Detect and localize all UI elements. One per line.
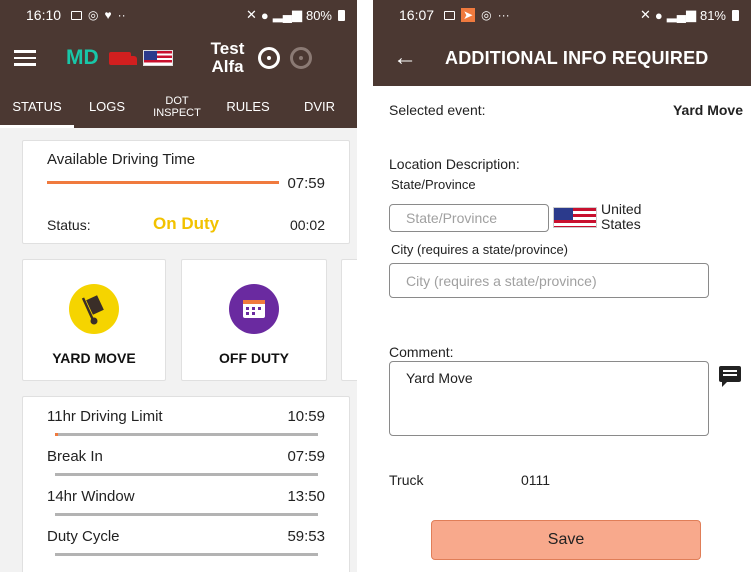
comment-label: Comment: <box>389 344 454 360</box>
save-button[interactable]: Save <box>431 520 701 560</box>
carrier-code: MD <box>66 46 99 69</box>
limit-value: 07:59 <box>287 448 325 465</box>
selected-event-value: Yard Move <box>672 102 743 118</box>
limit-bar <box>55 433 318 436</box>
battery-percent: 81% <box>699 7 726 23</box>
status-time: 16:07 <box>399 7 435 23</box>
limit-row-driving: 11hr Driving Limit 10:59 <box>47 408 325 425</box>
back-arrow-icon[interactable]: ← <box>393 46 417 70</box>
limit-value: 10:59 <box>287 408 325 425</box>
battery-percent: 80% <box>305 7 332 23</box>
city-input[interactable]: City (requires a state/province) <box>389 263 709 298</box>
more-notifications-icon: ·· <box>117 8 126 22</box>
notification-icons: ◎ ♥ ·· <box>71 8 126 22</box>
limit-row-window: 14hr Window 13:50 <box>47 488 325 505</box>
app-bar: MD Test Alfa <box>0 30 357 86</box>
system-icons: ✕ ● ▂▄▆ 80% <box>246 7 345 23</box>
us-flag-icon <box>142 50 173 66</box>
state-label: State/Province <box>391 177 476 192</box>
us-flag-icon[interactable] <box>553 207 597 228</box>
status-bar: 16:07 ➤ ◎ ··· ✕ ● ▂▄▆ 81% <box>373 0 751 30</box>
tab-logs[interactable]: LOGS <box>74 86 140 128</box>
tab-dvir[interactable]: DVIR <box>282 86 357 128</box>
city-label: City (requires a state/province) <box>391 242 569 257</box>
calendar-icon <box>229 284 279 334</box>
driver-name-line1: Test <box>210 39 245 58</box>
more-notifications-icon: ··· <box>497 8 510 22</box>
limit-label: 11hr Driving Limit <box>47 408 163 425</box>
status-duration: 00:02 <box>289 217 325 233</box>
selected-event-label: Selected event: <box>389 102 486 118</box>
limit-bar <box>55 513 318 516</box>
yard-move-tile[interactable]: YARD MOVE <box>22 259 166 381</box>
tab-dot-inspect[interactable]: DOT INSPECT <box>140 86 214 128</box>
left-screen: 16:10 ◎ ♥ ·· ✕ ● ▂▄▆ 80% MD Test Alfa ST… <box>0 0 357 572</box>
app-bar: ← ADDITIONAL INFO REQUIRED <box>373 30 751 86</box>
driving-time-bar <box>47 181 279 184</box>
available-driving-time-value: 07:59 <box>287 175 325 192</box>
navigation-notification-icon: ➤ <box>461 8 476 22</box>
message-icon[interactable] <box>719 366 741 387</box>
battery-icon <box>732 9 739 21</box>
tab-rules[interactable]: RULES <box>214 86 282 128</box>
limit-value: 59:53 <box>287 528 325 545</box>
chat-notification-icon: ◎ <box>481 8 492 22</box>
limit-row-cycle: Duty Cycle 59:53 <box>47 528 325 545</box>
heart-notification-icon: ♥ <box>104 8 112 22</box>
status-label: Status: <box>47 217 91 233</box>
right-screen: 16:07 ➤ ◎ ··· ✕ ● ▂▄▆ 81% ← ADDITIONAL I… <box>373 0 751 572</box>
location-icon: ● <box>260 7 269 23</box>
status-bar: 16:10 ◎ ♥ ·· ✕ ● ▂▄▆ 80% <box>0 0 357 30</box>
signal-icon: ▂▄▆ <box>272 7 302 22</box>
comment-textarea[interactable]: Yard Move <box>389 361 709 436</box>
chat-notification-icon: ◎ <box>88 8 99 22</box>
country-label[interactable]: United States <box>601 202 641 232</box>
driver-name-line2: Alfa <box>211 57 244 76</box>
off-duty-label: OFF DUTY <box>219 350 289 366</box>
limit-label: 14hr Window <box>47 488 135 505</box>
limit-bar-fill <box>55 433 59 436</box>
truck-icon <box>108 51 137 65</box>
driver-name[interactable]: Test Alfa <box>211 40 245 76</box>
image-notification-icon <box>444 10 456 20</box>
signal-icon: ▂▄▆ <box>666 7 696 22</box>
truck-label: Truck <box>389 472 424 488</box>
hand-truck-icon <box>69 284 119 334</box>
page-title: ADDITIONAL INFO REQUIRED <box>445 47 709 68</box>
co-driver-wheel-icon[interactable] <box>290 47 313 69</box>
battery-icon <box>338 9 345 21</box>
steering-wheel-icon[interactable] <box>258 47 281 69</box>
status-value: On Duty <box>153 214 220 233</box>
mute-icon: ✕ <box>245 7 257 22</box>
image-notification-icon <box>71 10 83 20</box>
limits-card: 11hr Driving Limit 10:59 Break In 07:59 … <box>22 396 350 572</box>
status-time: 16:10 <box>26 7 62 23</box>
state-province-input[interactable]: State/Province <box>389 204 549 232</box>
driving-time-card: Available Driving Time 07:59 Status: On … <box>22 140 350 244</box>
tab-dot-inspect-label: DOT INSPECT <box>153 95 201 119</box>
mute-icon: ✕ <box>639 7 651 22</box>
location-description-label: Location Description: <box>389 156 520 172</box>
country-line1: United <box>601 201 642 217</box>
tab-bar: STATUS LOGS DOT INSPECT RULES DVIR <box>0 86 357 128</box>
yard-move-label: YARD MOVE <box>52 350 136 366</box>
truck-value: 0111 <box>521 472 551 488</box>
limit-row-break: Break In 07:59 <box>47 448 325 465</box>
off-duty-tile[interactable]: OFF DUTY <box>181 259 327 381</box>
location-icon: ● <box>654 7 663 23</box>
menu-icon[interactable] <box>14 50 36 66</box>
notification-icons: ➤ ◎ ··· <box>444 8 510 22</box>
limit-bar <box>55 553 318 556</box>
country-line2: States <box>601 216 641 232</box>
tab-status[interactable]: STATUS <box>0 86 74 128</box>
system-icons: ✕ ● ▂▄▆ 81% <box>640 7 739 23</box>
limit-label: Break In <box>47 448 103 465</box>
limit-bar <box>55 473 318 476</box>
limit-label: Duty Cycle <box>47 528 120 545</box>
available-driving-time-title: Available Driving Time <box>47 151 196 168</box>
limit-value: 13:50 <box>287 488 325 505</box>
next-tile-partial[interactable] <box>341 259 357 381</box>
